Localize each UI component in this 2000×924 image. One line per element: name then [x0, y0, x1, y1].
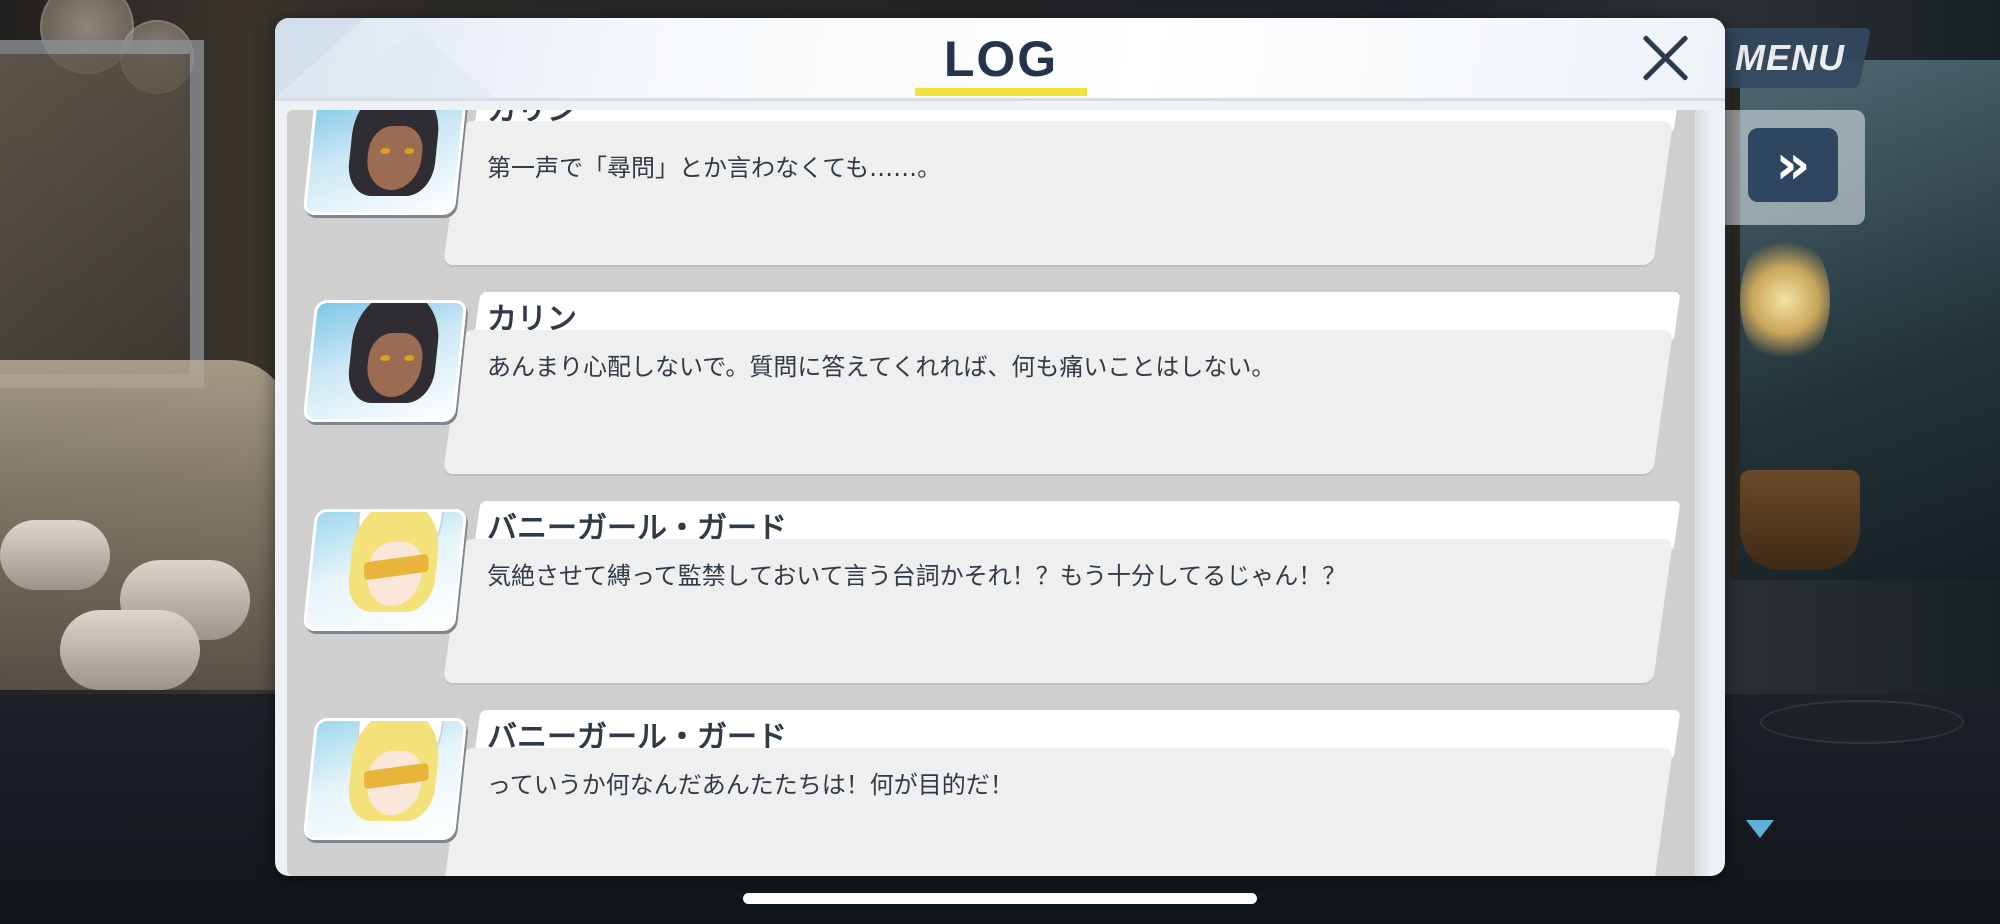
log-title: LOG	[943, 31, 1059, 87]
menu-button[interactable]: MENU	[1708, 28, 1872, 88]
home-indicator[interactable]	[743, 893, 1257, 904]
title-underline	[915, 88, 1087, 96]
log-window: LOG カリン 第一声で「尋問」とか言わなくても……。 カリン あんまり心配しな…	[275, 18, 1725, 876]
menu-button-label: MENU	[1735, 37, 1845, 78]
message-text: あんまり心配しないで。質問に答えてくれれば、何も痛いことはしない。	[487, 353, 1276, 381]
bunny-guard-portrait	[302, 509, 468, 631]
flower-light	[1740, 230, 1830, 370]
fast-forward-icon: »	[1775, 133, 1811, 196]
karin-portrait	[302, 110, 468, 215]
message-text: 気絶させて縛って監禁しておいて言う台詞かそれ！？もう十分してるじゃん！？	[487, 562, 1347, 590]
pillow	[60, 610, 200, 690]
message-bubble	[442, 121, 1674, 265]
pillow	[0, 520, 110, 590]
log-entry: バニーガール・ガード っていうか何なんだあんたたちは！何が目的だ！	[287, 710, 1687, 876]
next-indicator-icon	[1746, 820, 1774, 838]
plant-pot	[1740, 470, 1860, 570]
log-list[interactable]: カリン 第一声で「尋問」とか言わなくても……。 カリン あんまり心配しないで。質…	[287, 110, 1713, 876]
scroll-track[interactable]	[1695, 110, 1713, 876]
log-entry: カリン あんまり心配しないで。質問に答えてくれれば、何も痛いことはしない。	[287, 292, 1687, 492]
message-text: っていうか何なんだあんたたちは！何が目的だ！	[487, 771, 1014, 799]
side-table	[1760, 700, 1964, 744]
log-header: LOG	[275, 18, 1725, 101]
message-text: 第一声で「尋問」とか言わなくても……。	[487, 154, 942, 182]
log-entry: カリン 第一声で「尋問」とか言わなくても……。	[287, 110, 1687, 283]
fast-forward-button[interactable]: »	[1748, 128, 1838, 202]
bunny-guard-portrait	[302, 718, 468, 840]
wall-picture-frame	[0, 40, 204, 388]
header-decoration	[335, 28, 495, 98]
log-entry: バニーガール・ガード 気絶させて縛って監禁しておいて言う台詞かそれ！？もう十分し…	[287, 501, 1687, 701]
close-icon[interactable]	[1637, 30, 1693, 86]
karin-portrait	[302, 300, 468, 422]
